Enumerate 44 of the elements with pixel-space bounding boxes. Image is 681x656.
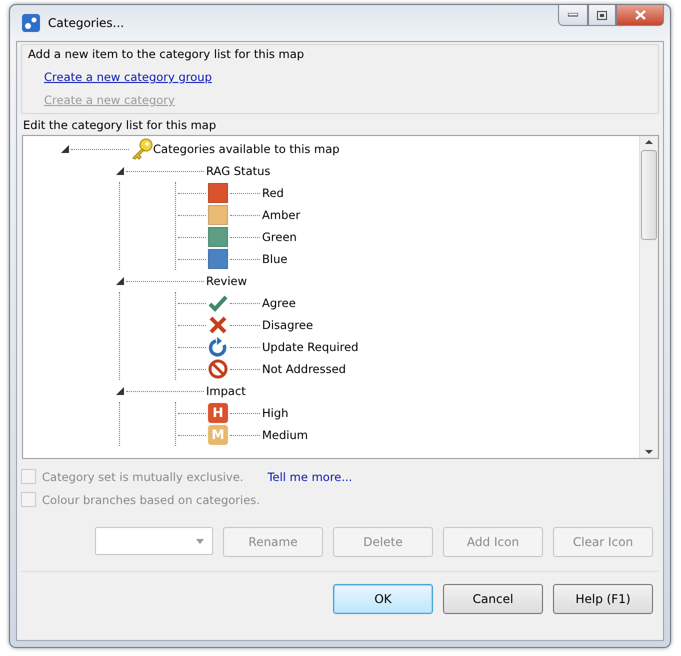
scrollbar[interactable] xyxy=(639,136,658,458)
letter-badge-icon: H xyxy=(208,403,228,423)
no-entry-icon xyxy=(208,359,228,379)
expanded-triangle-icon[interactable] xyxy=(116,167,124,175)
tree-item[interactable]: Amber xyxy=(262,208,300,222)
tree-item[interactable]: Categories available to this map xyxy=(153,142,340,156)
scroll-thumb[interactable] xyxy=(641,150,657,240)
tree-item[interactable]: Blue xyxy=(262,252,288,266)
tree-item[interactable]: Red xyxy=(262,186,284,200)
caret-icon xyxy=(196,538,204,544)
maximize-button[interactable] xyxy=(588,5,616,26)
checkbox-label: Category set is mutually exclusive. xyxy=(42,470,244,484)
close-button[interactable] xyxy=(616,5,664,26)
dialog-button[interactable]: Cancel xyxy=(443,584,543,614)
check-icon xyxy=(208,293,228,313)
group-title: Add a new item to the category list for this map xyxy=(28,47,306,61)
tree-item[interactable]: Agree xyxy=(262,296,296,310)
close-icon xyxy=(634,10,646,20)
app-icon xyxy=(22,14,40,32)
create-link[interactable]: Create a new category group xyxy=(44,70,212,84)
group-title: Edit the category list for this map xyxy=(23,118,218,132)
cross-icon xyxy=(208,315,228,335)
maximize-icon xyxy=(597,10,607,20)
dialog-button[interactable]: OK xyxy=(333,584,433,614)
minimize-icon xyxy=(568,13,578,17)
key-icon xyxy=(131,138,153,160)
tree-item[interactable]: Medium xyxy=(262,428,308,442)
tree-item[interactable]: Review xyxy=(206,274,248,288)
tree-item[interactable]: Not Addressed xyxy=(262,362,346,376)
letter-badge-icon: M xyxy=(208,425,228,445)
tree-item[interactable]: Update Required xyxy=(262,340,358,354)
window-title: Categories... xyxy=(48,16,126,30)
checkbox-label: Colour branches based on categories. xyxy=(42,492,260,506)
minimize-button[interactable] xyxy=(558,5,588,26)
dialog-button[interactable]: Help (F1) xyxy=(553,584,653,614)
tree-item[interactable]: Disagree xyxy=(262,318,314,332)
tree-item[interactable]: Impact xyxy=(206,384,246,398)
refresh-icon xyxy=(208,337,228,357)
expanded-triangle-icon[interactable] xyxy=(116,277,124,285)
tree-item[interactable]: Green xyxy=(262,230,297,244)
expanded-triangle-icon[interactable] xyxy=(116,387,124,395)
expanded-triangle-icon[interactable] xyxy=(61,145,69,153)
tree-item[interactable]: High xyxy=(262,406,288,420)
tree-item[interactable]: RAG Status xyxy=(206,164,270,178)
